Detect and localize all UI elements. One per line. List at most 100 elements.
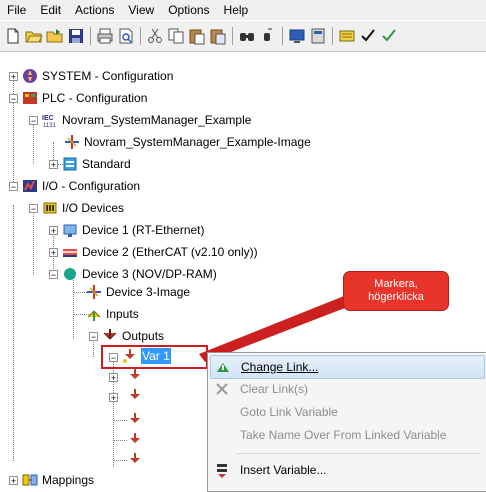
expand-toggle[interactable]: +: [49, 226, 58, 236]
tree-label: I/O Devices: [62, 201, 125, 215]
menu-view[interactable]: View: [121, 0, 161, 20]
tree-item-project-image[interactable]: Novram_SystemManager_Example-Image: [64, 132, 312, 152]
tree-item-io[interactable]: I/O - Configuration: [22, 176, 141, 196]
menu-options[interactable]: Options: [161, 0, 216, 20]
menu-item-label: Goto Link Variable: [240, 405, 338, 419]
menu-item-clear-links[interactable]: Clear Link(s): [210, 378, 483, 400]
tree-item-plc[interactable]: PLC - Configuration: [22, 88, 148, 108]
menu-bar: File Edit Actions View Options Help: [0, 0, 486, 20]
callout-line2: högerklicka: [368, 291, 424, 303]
menu-separator: [236, 453, 481, 454]
copy-icon[interactable]: [167, 27, 185, 45]
clear-link-icon: [214, 381, 230, 397]
tree-label: Device 1 (RT-Ethernet): [82, 223, 205, 237]
menu-item-label: Change Link...: [241, 360, 319, 374]
paste-special-icon[interactable]: [209, 27, 227, 45]
tree-item-child[interactable]: [127, 410, 143, 430]
cut-icon[interactable]: [146, 27, 164, 45]
menu-item-goto-link[interactable]: Goto Link Variable: [210, 401, 483, 423]
tree-label: Outputs: [122, 329, 165, 343]
expand-toggle[interactable]: +: [109, 373, 118, 383]
paste-icon[interactable]: [188, 27, 206, 45]
tree-item-device3-image[interactable]: Device 3-Image: [86, 282, 191, 302]
tree-label: Mappings: [42, 473, 95, 487]
monitor-icon[interactable]: [288, 27, 306, 45]
svg-text:IEC: IEC: [42, 115, 54, 122]
menu-file[interactable]: File: [0, 0, 33, 20]
toolbar-separator: [232, 27, 233, 45]
menu-item-label: Insert Variable...: [240, 463, 327, 477]
save-icon[interactable]: [67, 27, 85, 45]
tree-item-child[interactable]: [127, 366, 143, 386]
find-next-icon[interactable]: [259, 27, 277, 45]
tree-item-child[interactable]: [127, 386, 143, 406]
tree-label: Device 2 (EtherCAT (v2.10 only)): [82, 245, 258, 259]
collapse-toggle[interactable]: −: [29, 204, 38, 214]
process-image-icon: [64, 134, 80, 150]
print-preview-icon[interactable]: [117, 27, 135, 45]
dpram-device-icon: [62, 266, 78, 282]
tree-item-standard[interactable]: Standard: [62, 154, 132, 174]
check-icon[interactable]: [359, 27, 377, 45]
output-variable-icon: [127, 388, 143, 404]
toolbar-separator: [90, 27, 91, 45]
device-icon[interactable]: [309, 27, 327, 45]
menu-actions[interactable]: Actions: [68, 0, 121, 20]
tree-label: Novram_SystemManager_Example: [62, 113, 252, 127]
tree-item-inputs[interactable]: Inputs: [86, 304, 140, 324]
tree-item-project[interactable]: IEC 1131 Novram_SystemManager_Example: [42, 110, 252, 130]
expand-toggle[interactable]: +: [49, 248, 58, 258]
expand-toggle[interactable]: +: [109, 393, 118, 403]
open-folder-alt-icon[interactable]: [46, 27, 64, 45]
tree-item-child[interactable]: [127, 430, 143, 450]
tree-label: Device 3-Image: [106, 285, 191, 299]
find-icon[interactable]: [238, 27, 256, 45]
open-folder-icon[interactable]: [25, 27, 43, 45]
expand-toggle[interactable]: +: [9, 72, 18, 82]
tree-item-device3[interactable]: Device 3 (NOV/DP-RAM): [62, 264, 218, 284]
tree-line: [13, 205, 14, 461]
mappings-icon: [22, 472, 38, 488]
tree-label: SYSTEM - Configuration: [42, 69, 174, 83]
ethernet-device-icon: [62, 222, 78, 238]
task-icon: [62, 156, 78, 172]
menu-edit[interactable]: Edit: [33, 0, 68, 20]
expand-toggle[interactable]: +: [49, 160, 58, 170]
tree-label: Inputs: [106, 307, 139, 321]
tree-item-mappings[interactable]: Mappings: [22, 470, 95, 490]
collapse-toggle[interactable]: −: [9, 182, 18, 192]
generate-mappings-icon[interactable]: [338, 27, 356, 45]
tree-item-device2[interactable]: Device 2 (EtherCAT (v2.10 only)): [62, 242, 259, 262]
menu-item-take-name[interactable]: Take Name Over From Linked Variable: [210, 424, 483, 446]
menu-item-label: Clear Link(s): [240, 382, 309, 396]
change-link-icon: [215, 359, 231, 375]
tree-item-child[interactable]: [127, 450, 143, 470]
context-menu: Change Link... Clear Link(s) Goto Link V…: [207, 352, 486, 492]
toolbar-separator: [140, 27, 141, 45]
expand-toggle[interactable]: +: [9, 476, 18, 486]
activate-icon[interactable]: [380, 27, 398, 45]
tree-item-outputs[interactable]: Outputs: [102, 326, 165, 346]
menu-help[interactable]: Help: [217, 0, 256, 20]
insert-variable-icon: [214, 462, 230, 478]
tree-line: [113, 440, 127, 441]
tree-item-device1[interactable]: Device 1 (RT-Ethernet): [62, 220, 206, 240]
tree-item-system[interactable]: SYSTEM - Configuration: [22, 66, 174, 86]
menu-item-insert-variable[interactable]: Insert Variable...: [210, 459, 483, 481]
tree-line: [113, 460, 127, 461]
collapse-toggle[interactable]: −: [89, 332, 98, 342]
new-file-icon[interactable]: [4, 27, 22, 45]
tree-label: Device 3 (NOV/DP-RAM): [82, 267, 217, 281]
collapse-toggle[interactable]: −: [9, 94, 18, 104]
tree-label: PLC - Configuration: [42, 91, 148, 105]
inputs-icon: [86, 306, 102, 322]
callout-line1: Markera,: [374, 278, 418, 290]
collapse-toggle[interactable]: −: [29, 116, 38, 126]
collapse-toggle[interactable]: −: [49, 270, 58, 280]
ethercat-device-icon: [62, 244, 78, 260]
tree-label: I/O - Configuration: [42, 179, 141, 193]
print-icon[interactable]: [96, 27, 114, 45]
tree-line: [13, 75, 14, 186]
tree-item-io-devices[interactable]: I/O Devices: [42, 198, 125, 218]
menu-item-change-link[interactable]: Change Link...: [210, 355, 485, 379]
